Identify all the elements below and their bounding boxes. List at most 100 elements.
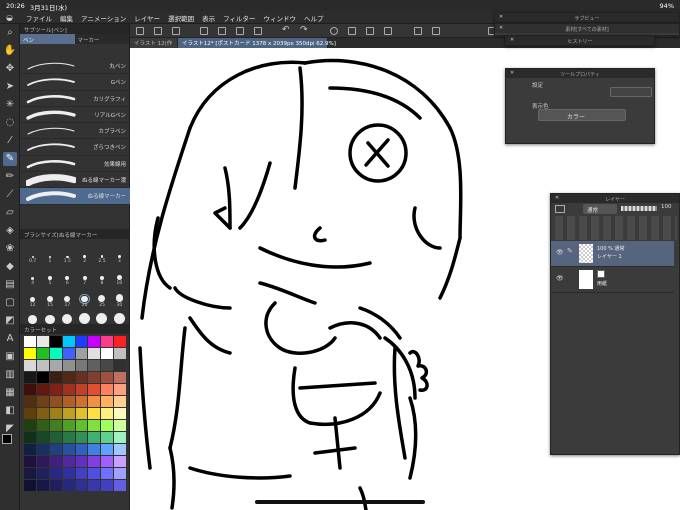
color-swatch[interactable] bbox=[49, 408, 62, 419]
operation-tool-icon[interactable]: ➤ bbox=[3, 80, 17, 94]
settings-icon[interactable] bbox=[432, 27, 440, 35]
opacity-slider[interactable] bbox=[621, 206, 657, 211]
setting-buttons[interactable] bbox=[610, 87, 652, 97]
brush-size-option[interactable]: 5 bbox=[41, 267, 58, 286]
color-swatch[interactable] bbox=[75, 432, 88, 443]
color-swatch[interactable] bbox=[101, 444, 114, 455]
open-icon[interactable] bbox=[154, 27, 162, 35]
brush-size-option[interactable]: 25 bbox=[93, 289, 110, 308]
color-swatch[interactable] bbox=[101, 480, 114, 491]
color-swatch[interactable] bbox=[49, 432, 62, 443]
menu-item[interactable]: フィルター bbox=[223, 13, 255, 23]
color-swatch[interactable] bbox=[24, 372, 36, 383]
color-swatch[interactable] bbox=[24, 480, 36, 491]
layer-property-icon[interactable] bbox=[555, 205, 565, 213]
menu-item[interactable]: レイヤー bbox=[134, 13, 160, 23]
color-swatch[interactable] bbox=[75, 468, 88, 479]
menu-item[interactable]: 表示 bbox=[202, 13, 215, 23]
color-swatch[interactable] bbox=[24, 468, 36, 479]
file-tab-2[interactable]: イラスト12* [ポストカード 1378 x 2039px 350dpi 62.… bbox=[178, 38, 336, 48]
color-swatch[interactable] bbox=[101, 468, 114, 479]
color-swatch[interactable] bbox=[75, 420, 88, 431]
color-swatch[interactable] bbox=[62, 420, 75, 431]
color-swatch[interactable] bbox=[62, 384, 75, 395]
zoom-tool-icon[interactable]: ⌕ bbox=[3, 26, 17, 40]
color-swatch[interactable] bbox=[101, 348, 114, 359]
file-tab-1[interactable]: イラスト 12(作 bbox=[130, 38, 178, 48]
main-color-swatch[interactable] bbox=[2, 434, 12, 444]
pen-tool-icon[interactable]: ✎ bbox=[3, 152, 17, 166]
color-swatch[interactable] bbox=[101, 456, 114, 467]
color-swatch[interactable] bbox=[75, 456, 88, 467]
color-swatch[interactable] bbox=[24, 360, 36, 371]
color-swatch[interactable] bbox=[101, 420, 114, 431]
decoration-tool-icon[interactable]: ❀ bbox=[3, 242, 17, 256]
brush-item[interactable]: 効果線用 bbox=[20, 156, 130, 173]
color-swatch[interactable] bbox=[36, 336, 49, 347]
color-swatch[interactable] bbox=[62, 396, 75, 407]
color-swatch[interactable] bbox=[49, 396, 62, 407]
brush-size-option[interactable]: 6 bbox=[59, 267, 76, 286]
redo-icon[interactable]: ↷ bbox=[300, 25, 308, 35]
color-swatch[interactable] bbox=[24, 348, 36, 359]
color-swatch[interactable] bbox=[49, 336, 62, 347]
brush-size-option[interactable]: 10 bbox=[111, 267, 128, 286]
brush-size-option[interactable]: 4 bbox=[24, 267, 41, 286]
color-swatch[interactable] bbox=[114, 420, 126, 431]
color-swatch[interactable] bbox=[101, 360, 114, 371]
color-swatch[interactable] bbox=[62, 480, 75, 491]
frame-tool-icon[interactable]: ◩ bbox=[3, 314, 17, 328]
brush-item[interactable]: カブラペン bbox=[20, 123, 130, 140]
layer-row[interactable]: 👁 ✎ 100 % 通常 レイヤー 1 bbox=[551, 241, 674, 267]
color-swatch[interactable] bbox=[88, 348, 101, 359]
color-swatch[interactable] bbox=[36, 384, 49, 395]
magic-wand-icon[interactable]: ✳ bbox=[3, 98, 17, 112]
fill-icon[interactable] bbox=[218, 27, 226, 35]
menu-item[interactable]: ヘルプ bbox=[304, 13, 324, 23]
save-icon[interactable] bbox=[172, 27, 180, 35]
shape-tool-icon[interactable]: ◧ bbox=[3, 404, 17, 418]
color-swatch[interactable] bbox=[114, 384, 126, 395]
brush-item[interactable]: カリグラフィ bbox=[20, 91, 130, 107]
brush-size-option[interactable]: 12 bbox=[24, 289, 41, 308]
color-swatch[interactable] bbox=[36, 480, 49, 491]
transform-icon[interactable] bbox=[236, 27, 244, 35]
color-swatch[interactable] bbox=[75, 348, 88, 359]
color-swatch[interactable] bbox=[62, 444, 75, 455]
brush-size-option[interactable]: 1.5 bbox=[59, 245, 76, 264]
color-swatch[interactable] bbox=[36, 420, 49, 431]
eye-icon[interactable]: 👁 bbox=[556, 275, 564, 282]
color-swatch[interactable] bbox=[88, 468, 101, 479]
brush-item[interactable]: 丸ペン bbox=[20, 58, 130, 75]
color-swatch[interactable] bbox=[114, 480, 126, 491]
color-swatch[interactable] bbox=[36, 432, 49, 443]
color-swatch[interactable] bbox=[101, 432, 114, 443]
eraser-tool-icon[interactable]: ▱ bbox=[3, 206, 17, 220]
hand-tool-icon[interactable]: ✋ bbox=[3, 44, 17, 58]
color-swatch[interactable] bbox=[114, 348, 126, 359]
color-swatch[interactable] bbox=[88, 372, 101, 383]
opacity-value[interactable]: 100 bbox=[661, 204, 672, 210]
color-swatch[interactable] bbox=[75, 372, 88, 383]
color-swatch[interactable] bbox=[114, 336, 126, 347]
gradient-tool-icon[interactable]: ▤ bbox=[3, 278, 17, 292]
color-swatch[interactable] bbox=[101, 372, 114, 383]
color-swatch[interactable] bbox=[24, 336, 36, 347]
brush-tool-icon[interactable]: ⟋ bbox=[3, 188, 17, 202]
brush-size-option[interactable]: 7 bbox=[76, 267, 93, 286]
grid-icon[interactable] bbox=[384, 27, 392, 35]
undo-icon[interactable]: ↶ bbox=[282, 25, 290, 35]
brush-item[interactable]: Gペン bbox=[20, 74, 130, 91]
color-swatch[interactable] bbox=[88, 408, 101, 419]
color-swatch[interactable] bbox=[24, 444, 36, 455]
selection-launcher-icon[interactable] bbox=[330, 27, 338, 35]
color-swatch[interactable] bbox=[36, 444, 49, 455]
color-swatch[interactable] bbox=[101, 408, 114, 419]
color-swatch[interactable] bbox=[114, 444, 126, 455]
move-tool-icon[interactable]: ✥ bbox=[3, 62, 17, 76]
color-swatch[interactable] bbox=[49, 468, 62, 479]
menu-item[interactable]: ファイル bbox=[26, 13, 52, 23]
brush-item[interactable]: ぬる線マーカー濃 bbox=[20, 172, 130, 189]
menu-item[interactable]: 選択範囲 bbox=[168, 13, 194, 23]
brush-size-option[interactable]: 20 bbox=[76, 289, 93, 308]
